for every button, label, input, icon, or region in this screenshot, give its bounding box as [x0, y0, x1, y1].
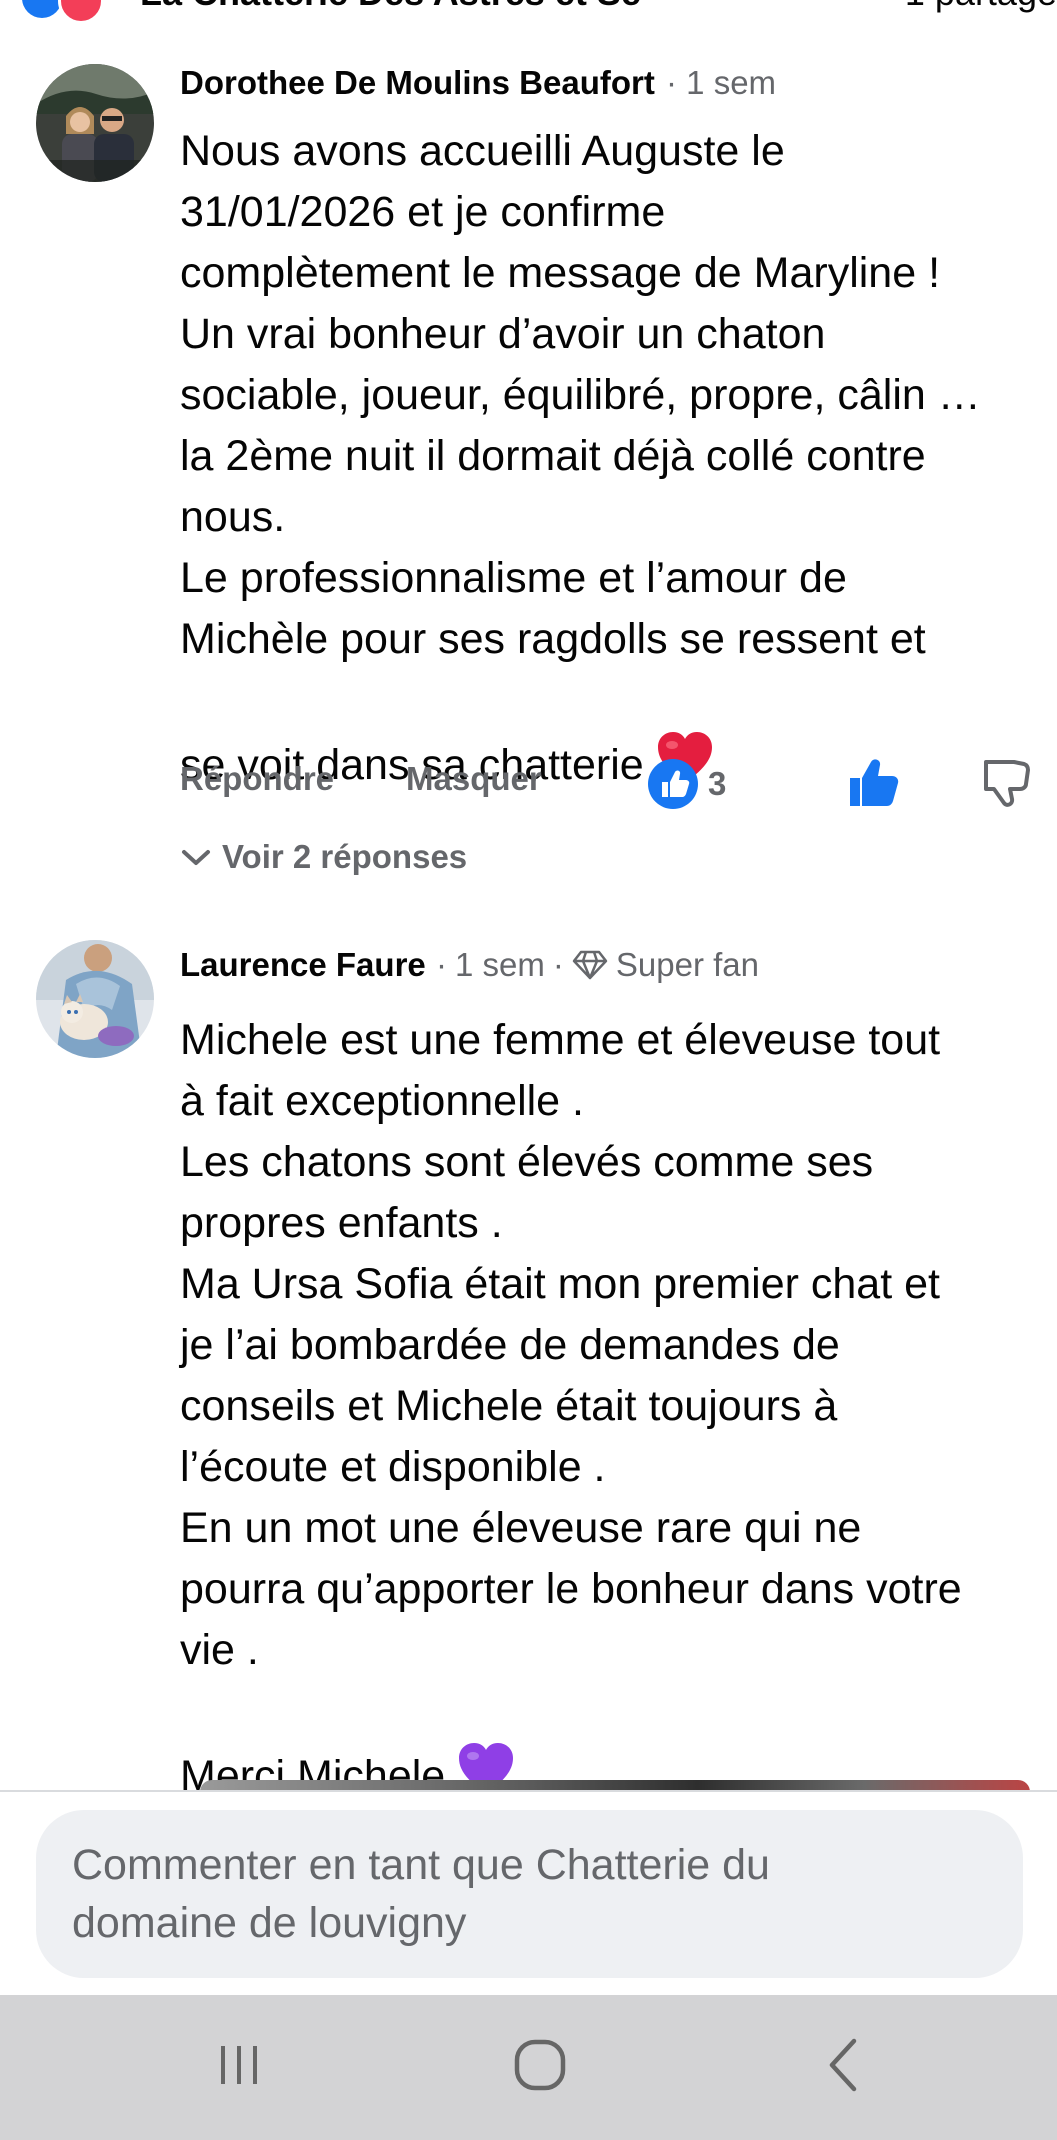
dislike-button[interactable] [982, 758, 1030, 813]
reaction-icons[interactable] [22, 0, 112, 24]
dot-separator: · [552, 946, 564, 983]
comment-text-content: Michele est une femme et éleveuse tout à… [180, 1016, 962, 1800]
comment-author[interactable]: Laurence Faure [180, 946, 426, 984]
comment-input[interactable]: Commenter en tant que Chatterie du domai… [36, 1810, 1023, 1978]
like-button[interactable] [848, 758, 900, 813]
dot-separator: · [666, 64, 687, 101]
view-replies-link[interactable]: Voir 2 réponses [180, 838, 467, 876]
couple-photo-icon [36, 64, 154, 182]
post-header-strip: La Chatterie Des Astres et Se 1 partage [0, 0, 1057, 24]
avatar[interactable] [36, 64, 154, 182]
comment-author[interactable]: Dorothee De Moulins Beaufort [180, 64, 655, 102]
comment-text-content: Nous avons accueilli Auguste le 31/01/20… [180, 127, 981, 789]
reply-button[interactable]: Répondre [180, 760, 334, 798]
recent-apps-icon [221, 2046, 257, 2084]
system-navigation-bar [0, 1995, 1057, 2140]
super-fan-badge: Super fan [615, 946, 759, 983]
like-reaction-icon [648, 759, 698, 809]
comment-meta: · 1 sem · Super fan [436, 946, 759, 984]
share-count[interactable]: 1 partage [905, 0, 1057, 14]
like-reaction-icon [22, 0, 62, 18]
like-count: 3 [708, 765, 727, 802]
comment-text: Nous avons accueilli Auguste le 31/01/20… [180, 121, 1040, 802]
comment-time[interactable]: 1 sem [686, 64, 776, 101]
chevron-down-icon [182, 850, 210, 865]
love-reaction-icon [58, 0, 104, 24]
back-icon [829, 2038, 857, 2092]
dot-separator: · [436, 946, 447, 983]
home-button[interactable] [500, 2030, 580, 2100]
comment-composer-bar: Commenter en tant que Chatterie du domai… [0, 1790, 1057, 1997]
view-replies-label: Voir 2 réponses [222, 838, 468, 875]
person-with-cat-photo-icon [36, 940, 154, 1058]
comment-time[interactable]: 1 sem [455, 946, 545, 984]
like-count-badge[interactable]: 3 [648, 759, 727, 809]
diamond-icon [572, 950, 608, 980]
thumbs-down-icon [984, 760, 1030, 807]
back-button[interactable] [804, 2030, 884, 2100]
comment-input-placeholder: Commenter en tant que Chatterie du domai… [72, 1841, 770, 1947]
comment-meta: · 1 sem [666, 64, 776, 102]
thumbs-up-icon [850, 759, 899, 806]
comment-text: Michele est une femme et éleveuse tout à… [180, 1010, 1050, 1813]
avatar[interactable] [36, 940, 154, 1058]
hide-button[interactable]: Masquer [406, 760, 542, 798]
page-name[interactable]: La Chatterie Des Astres et Se [140, 0, 641, 14]
recent-apps-button[interactable] [200, 2030, 280, 2100]
home-icon [514, 2039, 566, 2091]
